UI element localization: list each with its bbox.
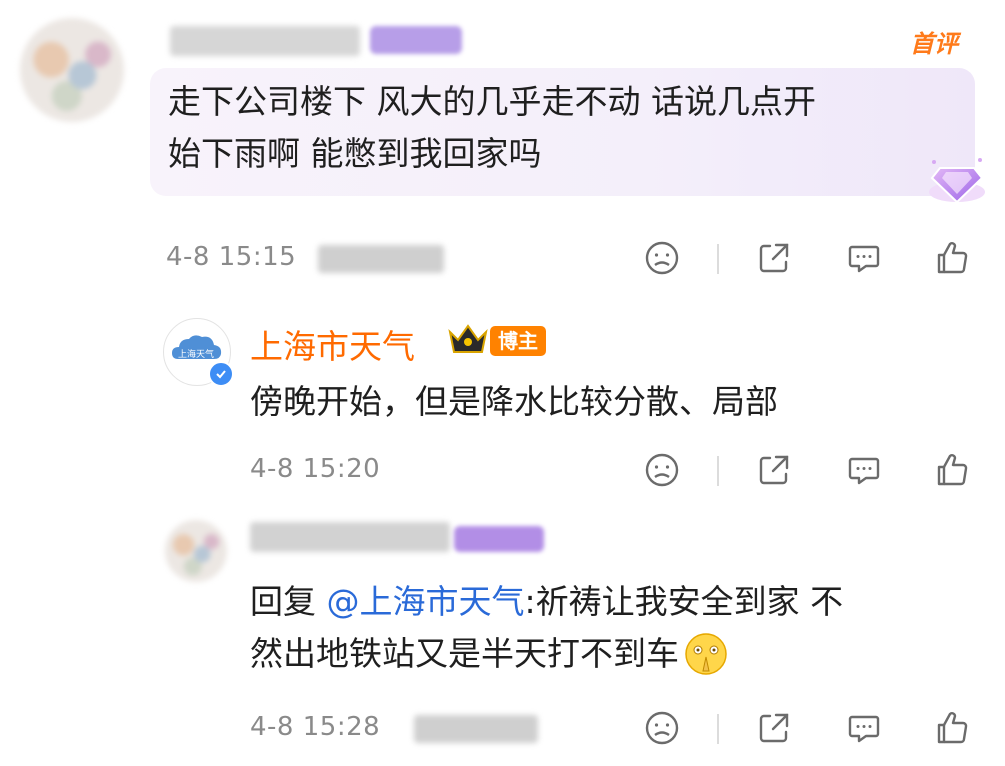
praying-emoji-icon	[683, 631, 729, 677]
share-icon[interactable]	[752, 448, 796, 492]
reply-time: 4-8 15:20	[250, 454, 381, 484]
comment-text: 走下公司楼下 风大的几乎走不动 话说几点开 始下雨啊 能憋到我回家吗	[168, 76, 958, 180]
blogger-name[interactable]: 上海市天气	[250, 320, 415, 368]
like-icon[interactable]	[930, 448, 974, 492]
action-divider	[717, 244, 719, 274]
dislike-icon[interactable]	[640, 706, 684, 750]
ip-location-blurred	[318, 245, 444, 273]
like-icon[interactable]	[930, 236, 974, 280]
user-level-badge-blurred	[454, 526, 544, 552]
dislike-icon[interactable]	[640, 236, 684, 280]
verified-icon	[208, 361, 234, 387]
reply-text: 傍晚开始，但是降水比较分散、局部	[250, 382, 778, 421]
diamond-icon	[922, 152, 992, 208]
share-icon[interactable]	[752, 236, 796, 280]
ip-location-blurred	[414, 715, 538, 743]
comment-time: 4-8 15:15	[166, 242, 297, 272]
reply-text-line1: 回复 @上海市天气:祈祷让我安全到家 不	[250, 576, 970, 628]
blogger-badge: 博主	[490, 326, 546, 356]
replier-avatar[interactable]	[165, 520, 227, 582]
replier-name-blurred[interactable]	[250, 522, 450, 552]
comment-text-line1: 走下公司楼下 风大的几乎走不动 话说几点开	[168, 82, 816, 121]
commenter-name-blurred[interactable]	[170, 26, 360, 56]
avatar-text: 上海天气	[178, 348, 214, 360]
comment-icon[interactable]	[842, 236, 886, 280]
action-divider	[717, 456, 719, 486]
blogger-avatar[interactable]: 上海天气	[163, 318, 234, 387]
comment-icon[interactable]	[842, 706, 886, 750]
mention-link[interactable]: @上海市天气	[327, 582, 525, 621]
reply-time: 4-8 15:28	[250, 712, 381, 742]
reply-text: 回复 @上海市天气:祈祷让我安全到家 不 然出地铁站又是半天打不到车	[250, 576, 970, 680]
dislike-icon[interactable]	[640, 448, 684, 492]
like-icon[interactable]	[930, 706, 974, 750]
reply-text-rest: :祈祷让我安全到家 不	[524, 582, 844, 621]
share-icon[interactable]	[752, 706, 796, 750]
reply-text-line2-text: 然出地铁站又是半天打不到车	[250, 634, 679, 673]
first-comment-badge: 首评	[910, 30, 958, 58]
reply-prefix: 回复	[250, 582, 327, 621]
reply-text-line2: 然出地铁站又是半天打不到车	[250, 628, 970, 680]
crown-icon	[446, 322, 490, 356]
comment-icon[interactable]	[842, 448, 886, 492]
user-level-badge-blurred	[370, 26, 462, 54]
comment-text-line2: 始下雨啊 能憋到我回家吗	[168, 134, 542, 173]
action-divider	[717, 714, 719, 744]
commenter-avatar[interactable]	[20, 18, 124, 122]
